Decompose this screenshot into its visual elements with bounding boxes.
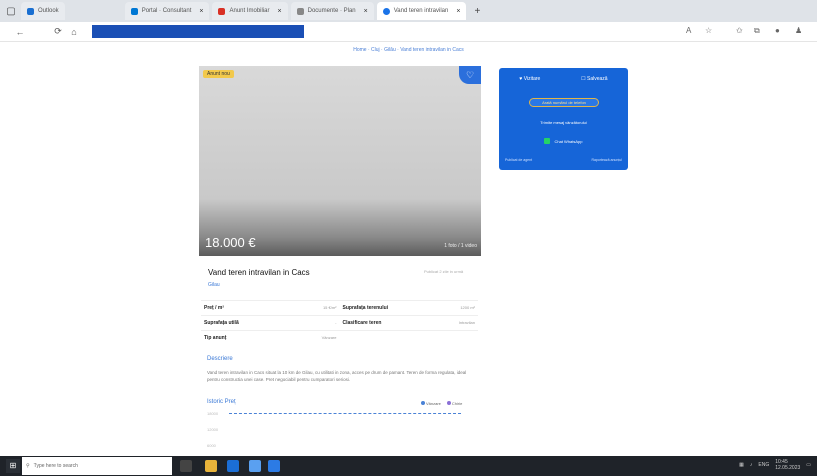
y-tick: 18000 <box>207 411 219 416</box>
tab-anunt[interactable]: Anunt Imobiliar × <box>212 2 288 20</box>
browser-tab-bar: ▢ Outlook Portal · Consultant × Anunt Im… <box>0 0 817 22</box>
spec-value: 15 €/m² <box>322 305 337 310</box>
star-icon[interactable]: ☆ <box>705 26 712 35</box>
spec-label: Preț / m² <box>204 305 225 311</box>
legend-item-sale[interactable]: Vânzare <box>421 401 441 406</box>
close-icon[interactable]: × <box>456 8 460 15</box>
network-icon[interactable]: ▦ <box>739 462 744 468</box>
spec-table: Preț / m² 15 €/m² Suprafața terenului 1200… <box>201 300 478 345</box>
spec-row: Suprafața utilă - Clasificare teren Intrav… <box>201 315 478 330</box>
tab-label: Outlook <box>38 8 59 14</box>
tab-outlook[interactable]: Outlook <box>21 2 65 20</box>
read-aloud-icon[interactable]: A <box>686 26 691 35</box>
listing-photo[interactable]: Anunt nou ♡ 18.000 € 1 foto / 1 video <box>199 66 481 256</box>
report-link[interactable]: Raportează anunțul <box>591 158 622 162</box>
agent-link[interactable]: Publicat de agent <box>505 158 532 162</box>
legend-item-rent[interactable]: Chirie <box>446 401 463 406</box>
description-text: Vand teren intravilan in Cacs situat la … <box>207 370 467 382</box>
spec-label: Tip anunț <box>204 335 227 341</box>
close-icon[interactable]: × <box>364 8 368 15</box>
notification-icon[interactable]: ▭ <box>806 462 811 468</box>
profile-icon[interactable]: ♟ <box>795 26 802 35</box>
views-label: Vizitare <box>523 76 541 82</box>
chart-legend: Vânzare Chirie <box>421 401 462 406</box>
spec-value: Intravilan <box>458 320 475 325</box>
spec-row: Preț / m² 15 €/m² Suprafața terenului 1200… <box>201 300 478 315</box>
photo-count[interactable]: 1 foto / 1 video <box>444 243 477 249</box>
spec-label: Suprafața terenului <box>342 305 389 311</box>
file-explorer-icon[interactable] <box>205 460 217 472</box>
price-history-title: Istoric Preț <box>207 399 236 405</box>
contact-panel: ♥ Vizitare ☐ Salvează Arată numărul de t… <box>499 68 628 170</box>
spec-value: - <box>335 320 337 325</box>
language-indicator[interactable]: ENG <box>758 462 769 468</box>
store-icon[interactable] <box>249 460 261 472</box>
search-placeholder: Type here to search <box>33 463 78 469</box>
spec-value: 1200 m² <box>460 305 475 310</box>
edge-icon[interactable] <box>227 460 239 472</box>
tab-listing[interactable]: Vand teren intravilan × <box>376 2 467 20</box>
whatsapp-label: Chat WhatsApp <box>554 138 583 144</box>
listing-location[interactable]: Gilau <box>208 282 220 288</box>
posted-date: Publicat 2 zile in urmă <box>424 269 464 274</box>
address-bar: ← ⟳ ⌂ A ☆ ✩ ⧉ ● ♟ <box>0 22 817 42</box>
windows-start-icon[interactable]: ⊞ <box>6 459 20 473</box>
show-phone-button[interactable]: Arată numărul de telefon <box>529 98 599 107</box>
clock-date: 12.05.2023 <box>775 465 801 471</box>
whatsapp-icon <box>544 138 551 144</box>
clock[interactable]: 10:45 12.05.2023 <box>775 459 800 471</box>
tab-portal[interactable]: Portal · Consultant × <box>124 2 210 20</box>
tab-documente[interactable]: Documente · Plan × <box>290 2 374 20</box>
home-icon[interactable]: ⌂ <box>66 27 82 37</box>
heart-icon[interactable]: ♡ <box>459 66 481 84</box>
mail-icon[interactable] <box>268 460 280 472</box>
close-icon[interactable]: × <box>199 8 203 15</box>
extension-icon[interactable]: ● <box>775 26 780 35</box>
tab-label: Portal · Consultant <box>141 8 192 14</box>
refresh-icon[interactable]: ⟳ <box>50 26 66 37</box>
breadcrumb[interactable]: Home · Cluj · Gilău · Vand teren intravi… <box>0 47 817 53</box>
spec-label: Clasificare teren <box>342 320 382 326</box>
back-icon[interactable]: ← <box>12 27 28 37</box>
portal-icon <box>130 7 138 15</box>
system-tray: ▦ ♪ ENG 10:45 12.05.2023 ▭ <box>739 459 811 471</box>
y-tick: 6000 <box>207 443 216 448</box>
save-button[interactable]: ☐ Salvează <box>581 76 607 82</box>
window-menu-icon[interactable]: ▢ <box>4 4 18 18</box>
collections-icon[interactable]: ⧉ <box>754 26 760 36</box>
outlook-icon <box>27 7 34 15</box>
taskbar: ⊞ ⚲ Type here to search ▦ ♪ ENG 10:45 12… <box>0 456 817 476</box>
listing-title: Vand teren intravilan in Cacs <box>208 268 310 277</box>
tab-label: Vand teren intravilan <box>393 8 449 14</box>
favorites-icon[interactable]: ✩ <box>736 26 743 35</box>
document-icon <box>296 7 304 15</box>
spec-value: Vânzare <box>321 335 337 340</box>
views-button[interactable]: ♥ Vizitare <box>519 76 540 82</box>
site-icon <box>218 7 226 15</box>
tab-label: Documente · Plan <box>307 8 356 14</box>
new-badge: Anunt nou <box>203 70 234 78</box>
legend-label: Vânzare <box>426 401 441 406</box>
close-icon[interactable]: × <box>278 8 282 15</box>
url-input[interactable] <box>92 25 304 38</box>
listing-price: 18.000 € <box>205 235 256 250</box>
y-tick: 12000 <box>207 427 219 432</box>
spec-label: Suprafața utilă <box>204 320 239 326</box>
spec-row: Tip anunț Vânzare <box>201 330 478 345</box>
tab-label: Anunt Imobiliar <box>229 8 270 14</box>
globe-icon <box>382 7 390 15</box>
taskbar-search-input[interactable]: ⚲ Type here to search <box>22 457 172 475</box>
legend-label: Chirie <box>451 401 463 406</box>
save-label: Salvează <box>587 76 608 82</box>
description-title: Descriere <box>207 356 233 362</box>
price-history-line <box>229 413 461 414</box>
send-message-button[interactable]: Trimite mesaj vânzătorului <box>499 120 628 125</box>
search-icon: ⚲ <box>26 463 30 469</box>
whatsapp-button[interactable]: Chat WhatsApp <box>499 138 628 144</box>
task-view-icon[interactable] <box>180 460 192 472</box>
new-tab-icon[interactable]: + <box>470 4 484 18</box>
volume-icon[interactable]: ♪ <box>750 462 753 468</box>
